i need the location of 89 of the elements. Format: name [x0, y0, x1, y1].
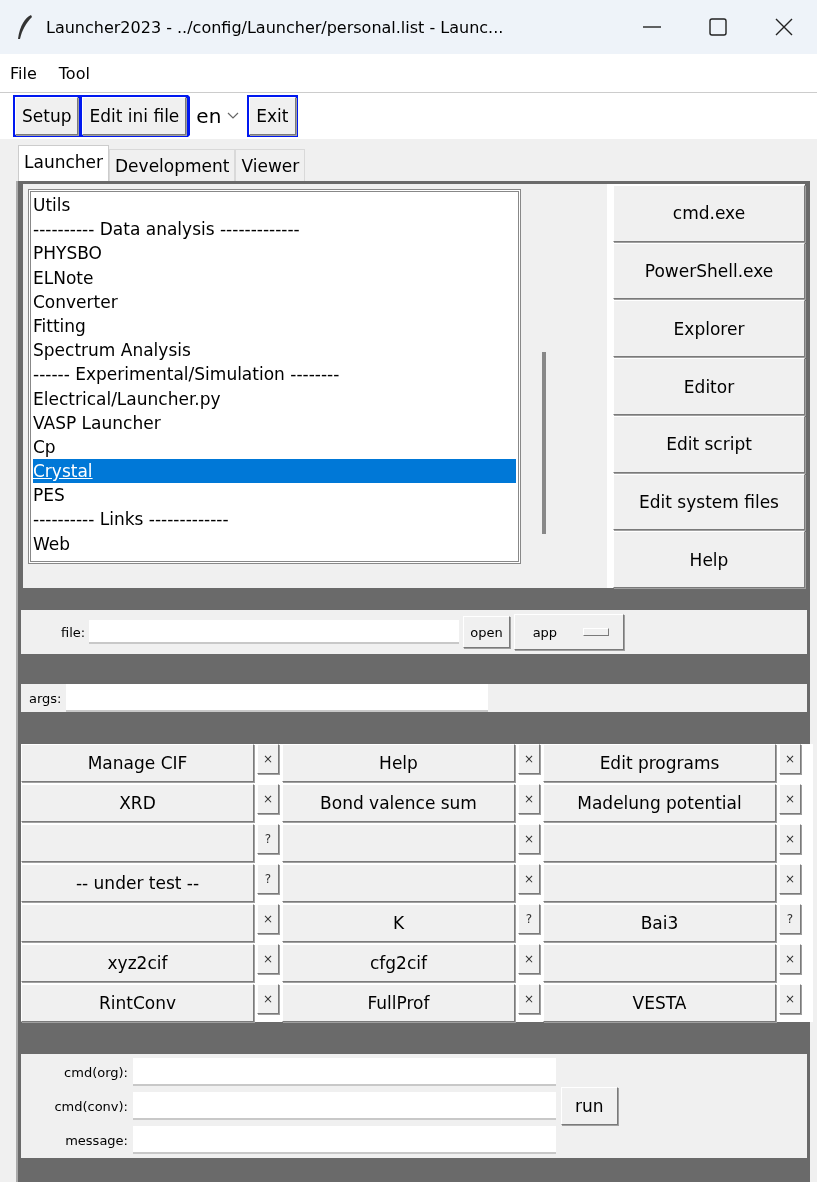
tab[interactable]: Launcher [18, 145, 109, 181]
window-title: Launcher2023 - ../config/Launcher/personal.list - Launc... [46, 17, 505, 37]
input-field[interactable] [133, 1092, 556, 1120]
small-button[interactable]: × [779, 784, 801, 814]
side-button[interactable]: Edit system files [613, 473, 805, 531]
small-button[interactable]: × [779, 984, 801, 1014]
small-button[interactable]: ? [257, 864, 279, 894]
small-button[interactable]: × [257, 784, 279, 814]
app-button[interactable] [543, 824, 776, 862]
side-button[interactable]: cmd.exe [613, 185, 805, 242]
list-item[interactable]: PHYSBO [33, 241, 516, 266]
app-button[interactable] [543, 944, 776, 982]
small-button[interactable]: ? [779, 904, 801, 934]
field-label: cmd(conv): [53, 1098, 128, 1114]
app-button[interactable]: Madelung potential [543, 784, 776, 822]
input-field[interactable] [133, 1126, 556, 1154]
small-button[interactable]: × [779, 944, 801, 974]
app-button[interactable] [21, 904, 254, 942]
list-item[interactable]: VASP Launcher [33, 410, 516, 435]
close-icon[interactable] [774, 17, 794, 37]
list-item[interactable]: Web [33, 531, 516, 556]
menu-item[interactable]: File [10, 63, 37, 83]
app-button[interactable]: Manage CIF [21, 744, 254, 782]
app-button[interactable] [543, 864, 776, 902]
side-button[interactable]: PowerShell.exe [613, 242, 805, 300]
maximize-icon[interactable] [708, 17, 728, 37]
list-item[interactable]: Spectrum Analysis [33, 338, 516, 363]
scrollbar-thumb[interactable] [542, 352, 546, 534]
app-button[interactable]: -- under test -- [21, 864, 254, 902]
app-button[interactable]: Help [282, 744, 515, 782]
app-button[interactable]: cfg2cif [282, 944, 515, 982]
small-button[interactable]: × [518, 744, 540, 774]
list-item[interactable]: Crystal [33, 459, 516, 484]
app-button[interactable]: xyz2cif [21, 944, 254, 982]
small-button[interactable]: × [518, 984, 540, 1014]
field-label: message: [64, 1132, 128, 1148]
app-button[interactable]: Bond valence sum [282, 784, 515, 822]
option-menu[interactable]: app [513, 614, 625, 650]
app-button[interactable]: Bai3 [543, 904, 776, 942]
small-button[interactable]: × [518, 944, 540, 974]
file-input-field[interactable] [89, 620, 460, 644]
small-button[interactable]: × [257, 744, 279, 774]
open-button[interactable]: open [463, 616, 510, 648]
app-button[interactable]: K [282, 904, 515, 942]
field-label: args: [29, 690, 62, 706]
small-button[interactable]: × [518, 864, 540, 894]
app-button[interactable] [21, 824, 254, 862]
app-button[interactable] [282, 824, 515, 862]
list-item[interactable]: ELNote [33, 265, 516, 290]
list-item[interactable]: PES [33, 483, 516, 508]
small-button[interactable]: × [779, 864, 801, 894]
list-item[interactable]: ------ Experimental/Simulation -------- [33, 362, 516, 387]
app-button[interactable]: VESTA [543, 984, 776, 1022]
small-button[interactable]: × [257, 904, 279, 934]
small-button[interactable]: × [518, 824, 540, 854]
field-label: cmd(org): [63, 1064, 128, 1080]
list-item[interactable]: Electrical/Launcher.py [33, 386, 516, 411]
list-item[interactable]: Cp [33, 434, 516, 460]
input-field[interactable] [133, 1058, 556, 1086]
side-button[interactable]: Explorer [613, 300, 805, 358]
small-button[interactable]: × [257, 984, 279, 1014]
list-item[interactable]: Converter [33, 289, 516, 314]
field-label: file: [61, 624, 86, 640]
list-item[interactable]: Utils [33, 193, 516, 218]
app-button[interactable]: RintConv [21, 984, 254, 1022]
small-button[interactable]: × [779, 744, 801, 774]
args-input-field[interactable] [65, 684, 488, 712]
app-button[interactable]: FullProf [282, 984, 515, 1022]
small-button[interactable]: × [257, 944, 279, 974]
side-button[interactable]: Edit script [613, 415, 805, 473]
list-item[interactable]: ---------- Links ------------- [33, 507, 516, 532]
list-item[interactable]: Fitting [33, 313, 516, 339]
toolbar-button[interactable]: Edit ini file [82, 97, 187, 135]
app-button[interactable]: Edit programs [543, 744, 776, 782]
toolbar-button[interactable]: Exit [249, 97, 296, 135]
small-button[interactable]: × [779, 824, 801, 854]
app-button[interactable]: XRD [21, 784, 254, 822]
side-button[interactable]: Help [613, 531, 805, 589]
menu-item[interactable]: Tool [58, 63, 90, 83]
side-button[interactable]: Editor [613, 358, 805, 415]
list-item[interactable]: ---------- Data analysis ------------- [33, 217, 516, 242]
small-button[interactable]: × [518, 784, 540, 814]
app-button[interactable] [282, 864, 515, 902]
small-button[interactable]: ? [257, 824, 279, 854]
chevron-down-icon [227, 112, 240, 120]
small-button[interactable]: ? [518, 904, 540, 934]
toolbar-button[interactable]: Setup [15, 97, 79, 135]
run-button[interactable]: run [561, 1087, 618, 1125]
feather-icon [16, 14, 34, 40]
